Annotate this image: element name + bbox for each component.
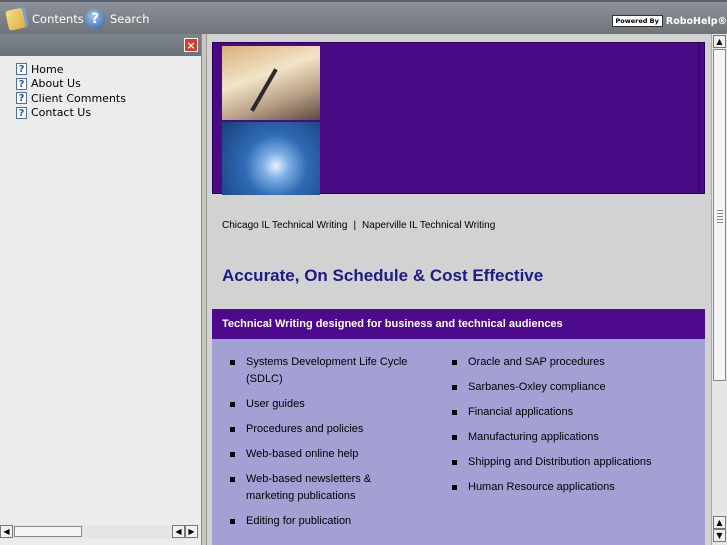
toc-item-label: Client Comments [31, 91, 126, 105]
scroll-down-icon[interactable]: ▼ [713, 529, 726, 542]
toc-item-label: Contact Us [31, 106, 92, 120]
navigation-pane: × ? Home ? About Us ? Client Comments ? … [0, 34, 202, 545]
location-links: Chicago IL Technical Writing | Naperville … [222, 220, 495, 231]
topic-icon: ? [16, 92, 27, 105]
scroll-right-icon[interactable]: ▶ [185, 525, 198, 538]
page-headline: Accurate, On Schedule & Cost Effective [222, 266, 544, 285]
list-item: Systems Development Life Cycle (SDLC) [230, 354, 415, 388]
close-icon[interactable]: × [184, 38, 198, 52]
book-icon [5, 7, 29, 31]
link-naperville[interactable]: Naperville IL Technical Writing [362, 220, 495, 231]
list-item: Oracle and SAP procedures [452, 354, 702, 371]
list-item: Procedures and policies [230, 421, 415, 438]
question-icon: ? [85, 9, 105, 29]
list-item: Sarbanes-Oxley compliance [452, 379, 702, 396]
link-chicago[interactable]: Chicago IL Technical Writing [222, 220, 347, 231]
services-section: Technical Writing designed for business … [212, 309, 705, 545]
search-button[interactable]: ? Search [85, 8, 150, 30]
toc-item-contact-us[interactable]: ? Contact Us [16, 106, 201, 121]
list-item: Web-based online help [230, 446, 415, 463]
link-separator: | [353, 220, 357, 231]
powered-by-badge: Powered By [611, 15, 663, 27]
help-toolbar: Contents ? Search Powered By RoboHelp® [0, 0, 727, 34]
writing-hand-image [222, 46, 320, 120]
list-item: Manufacturing applications [452, 429, 702, 446]
scroll-up-icon[interactable]: ▲ [713, 35, 726, 48]
vertical-scroll-thumb[interactable] [713, 49, 726, 381]
list-item: User guides [230, 396, 415, 413]
topic-icon: ? [16, 77, 27, 90]
list-item: Shipping and Distribution applications [452, 454, 702, 471]
scroll-up-icon[interactable]: ▲ [713, 516, 726, 529]
toc-item-client-comments[interactable]: ? Client Comments [16, 91, 201, 106]
toc-item-label: About Us [31, 77, 81, 91]
services-list-left: Systems Development Life Cycle (SDLC) Us… [230, 354, 415, 538]
horizontal-scroll-thumb[interactable] [14, 526, 82, 537]
toc-item-label: Home [31, 62, 64, 76]
search-label: Search [110, 12, 150, 26]
header-banner [212, 42, 705, 195]
topic-content: Chicago IL Technical Writing | Naperville … [207, 34, 711, 545]
puzzle-image [222, 122, 320, 195]
robohelp-logo: Powered By RoboHelp® [611, 15, 727, 27]
section-title: Technical Writing designed for business … [212, 309, 705, 339]
services-list-right: Oracle and SAP procedures Sarbanes-Oxley… [452, 354, 702, 504]
list-item: Web-based newsletters & marketing public… [230, 471, 415, 505]
list-item: Human Resource applications [452, 479, 702, 496]
topic-icon: ? [16, 106, 27, 119]
contents-label: Contents [32, 12, 84, 26]
toc-item-about-us[interactable]: ? About Us [16, 77, 201, 92]
vertical-scrollbar[interactable]: ▲ ▲ ▼ [711, 34, 727, 545]
scroll-left-icon[interactable]: ◀ [0, 525, 13, 538]
list-item: Editing for publication [230, 513, 415, 530]
horizontal-scrollbar[interactable]: ◀ ◀ ▶ [0, 525, 200, 539]
list-item: Financial applications [452, 404, 702, 421]
topic-icon: ? [16, 63, 27, 76]
robohelp-text: RoboHelp® [665, 15, 727, 27]
contents-button[interactable]: Contents [5, 7, 84, 31]
navigation-pane-header: × [0, 34, 201, 56]
toc-item-home[interactable]: ? Home [16, 62, 201, 77]
banner-divider [698, 43, 700, 193]
toc-list: ? Home ? About Us ? Client Comments ? Co… [0, 56, 201, 120]
scroll-left-icon[interactable]: ◀ [172, 525, 185, 538]
